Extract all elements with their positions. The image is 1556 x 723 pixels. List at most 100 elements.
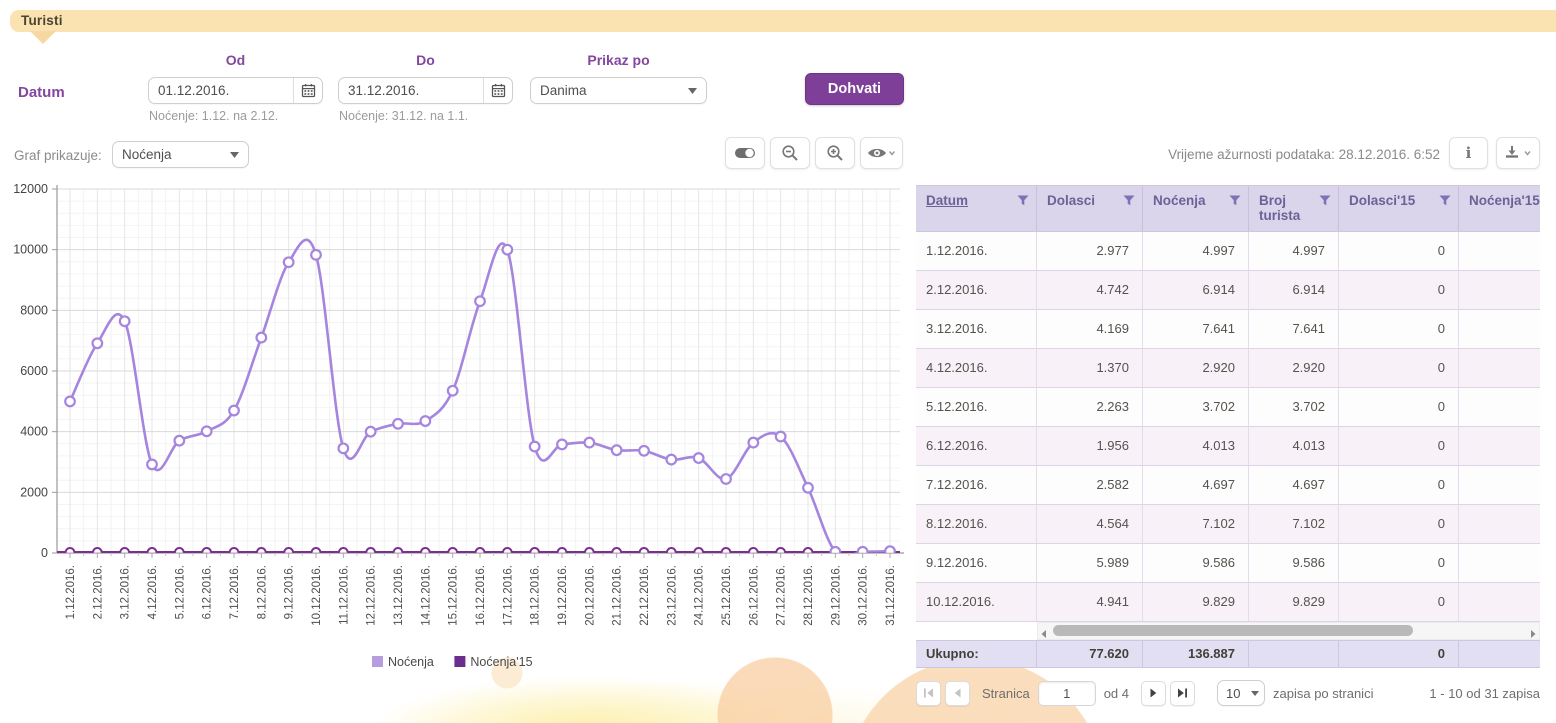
column-header-label: Datum <box>926 193 968 208</box>
table-row: 5.12.2016.2.2633.7023.7020 <box>916 388 1540 427</box>
table-cell <box>1459 505 1540 543</box>
fetch-button[interactable]: Dohvati <box>805 73 904 105</box>
svg-text:24.12.2016.: 24.12.2016. <box>694 565 706 626</box>
page-number-input[interactable] <box>1038 681 1096 706</box>
svg-text:25.12.2016.: 25.12.2016. <box>721 565 733 626</box>
to-date-hint: Noćenje: 31.12. na 1.1. <box>339 109 468 123</box>
zoom-in-button[interactable] <box>815 137 855 169</box>
table-cell: 4.697 <box>1249 466 1339 504</box>
table-cell <box>1459 466 1540 504</box>
table-cell: 0 <box>1339 271 1459 309</box>
table-cell: 4.941 <box>1037 583 1143 621</box>
table-cell: 2.582 <box>1037 466 1143 504</box>
page-of-label: od 4 <box>1104 686 1129 701</box>
table-cell: 4.12.2016. <box>916 349 1037 387</box>
table-cell: 7.102 <box>1143 505 1249 543</box>
download-icon <box>1504 145 1532 161</box>
svg-text:14.12.2016.: 14.12.2016. <box>420 565 432 626</box>
table-cell <box>1459 271 1540 309</box>
to-date-input[interactable] <box>339 79 483 102</box>
svg-text:6.12.2016.: 6.12.2016. <box>202 565 214 619</box>
table-cell: 7.641 <box>1143 310 1249 348</box>
table-footer-cell: 77.620 <box>1037 641 1143 667</box>
table-cell: 4.564 <box>1037 505 1143 543</box>
to-date-group <box>338 77 513 104</box>
table-cell: 0 <box>1339 427 1459 465</box>
from-date-hint: Noćenje: 1.12. na 2.12. <box>149 109 278 123</box>
table-cell: 6.12.2016. <box>916 427 1037 465</box>
calendar-button-to[interactable] <box>483 78 512 103</box>
per-page-label: zapisa po stranici <box>1273 686 1373 701</box>
zoom-out-button[interactable] <box>770 137 810 169</box>
table-cell: 5.12.2016. <box>916 388 1037 426</box>
calendar-icon <box>301 83 316 98</box>
table-cell: 0 <box>1339 232 1459 270</box>
chart-shows-label: Graf prikazuje: <box>14 148 102 163</box>
column-header-1[interactable]: Datum <box>916 186 1037 231</box>
first-page-button[interactable] <box>916 681 941 706</box>
filter-icon[interactable] <box>1123 195 1135 206</box>
next-page-button[interactable] <box>1141 681 1166 706</box>
page-size-select[interactable]: 10 <box>1217 680 1265 706</box>
table-footer-cell: 136.887 <box>1143 641 1249 667</box>
prev-page-button[interactable] <box>945 681 970 706</box>
table-cell: 4.742 <box>1037 271 1143 309</box>
column-header-label: Broj turista <box>1259 193 1300 223</box>
table-cell: 7.641 <box>1249 310 1339 348</box>
filter-icon[interactable] <box>1017 195 1029 206</box>
column-header-label: Noćenja'15 <box>1469 193 1540 208</box>
next-page-icon <box>1148 687 1159 699</box>
table-cell: 8.12.2016. <box>916 505 1037 543</box>
filter-icon[interactable] <box>1439 195 1451 206</box>
info-button[interactable]: i <box>1449 137 1488 169</box>
table-cell: 7.12.2016. <box>916 466 1037 504</box>
column-header-label: Noćenja <box>1153 193 1206 208</box>
svg-text:Noćenja: Noćenja <box>388 655 434 669</box>
column-header-5[interactable]: Dolasci'15 <box>1339 186 1459 231</box>
table-cell: 2.977 <box>1037 232 1143 270</box>
table-cell: 1.12.2016. <box>916 232 1037 270</box>
column-header-2[interactable]: Dolasci <box>1037 186 1143 231</box>
zoom-in-icon <box>826 144 844 162</box>
svg-text:21.12.2016.: 21.12.2016. <box>612 565 624 626</box>
table-cell: 2.263 <box>1037 388 1143 426</box>
column-header-6[interactable]: Noćenja'15 <box>1459 186 1540 231</box>
line-chart: 0200040006000800010000120001.12.2016.2.1… <box>0 178 910 678</box>
grid-header-row: Datum Dolasci Noćenja Broj turista Dolasci'1… <box>916 185 1540 232</box>
display-by-select[interactable]: Danima <box>530 77 707 104</box>
toggle-series-button[interactable] <box>725 137 765 169</box>
filter-icon[interactable] <box>1229 195 1241 206</box>
scrollbar-thumb[interactable] <box>1053 625 1413 636</box>
svg-text:10000: 10000 <box>13 243 48 257</box>
record-range-label: 1 - 10 od 31 zapisa <box>1429 686 1540 701</box>
info-icon: i <box>1466 144 1472 162</box>
filter-icon[interactable] <box>1319 195 1331 206</box>
visibility-menu-button[interactable] <box>860 137 903 169</box>
from-date-group <box>148 77 323 104</box>
scroll-left-icon[interactable] <box>1040 626 1048 644</box>
horizontal-scrollbar[interactable] <box>1037 622 1540 640</box>
display-by-label: Prikaz po <box>530 52 707 68</box>
page-size-value: 10 <box>1218 686 1246 701</box>
column-header-3[interactable]: Noćenja <box>1143 186 1249 231</box>
column-header-label: Dolasci <box>1047 193 1095 208</box>
chart-series-select[interactable]: Noćenja <box>112 141 249 168</box>
calendar-button-from[interactable] <box>293 78 322 103</box>
last-page-button[interactable] <box>1170 681 1195 706</box>
tab-pointer <box>30 31 56 44</box>
table-cell: 4.169 <box>1037 310 1143 348</box>
data-updated-text: Vrijeme ažurnosti podataka: 28.12.2016. … <box>1080 147 1440 162</box>
column-header-4[interactable]: Broj turista <box>1249 186 1339 231</box>
svg-text:15.12.2016.: 15.12.2016. <box>448 565 460 626</box>
from-date-input[interactable] <box>149 79 293 102</box>
svg-text:9.12.2016.: 9.12.2016. <box>284 565 296 619</box>
table-cell <box>1459 388 1540 426</box>
tab-turisti[interactable]: Turisti <box>21 13 63 28</box>
table-cell: 4.697 <box>1143 466 1249 504</box>
download-button[interactable] <box>1496 137 1540 169</box>
svg-text:20.12.2016.: 20.12.2016. <box>584 565 596 626</box>
svg-text:31.12.2016.: 31.12.2016. <box>885 565 897 626</box>
table-row: 2.12.2016.4.7426.9146.9140 <box>916 271 1540 310</box>
svg-text:13.12.2016.: 13.12.2016. <box>393 565 405 626</box>
scroll-right-icon[interactable] <box>1529 626 1537 644</box>
